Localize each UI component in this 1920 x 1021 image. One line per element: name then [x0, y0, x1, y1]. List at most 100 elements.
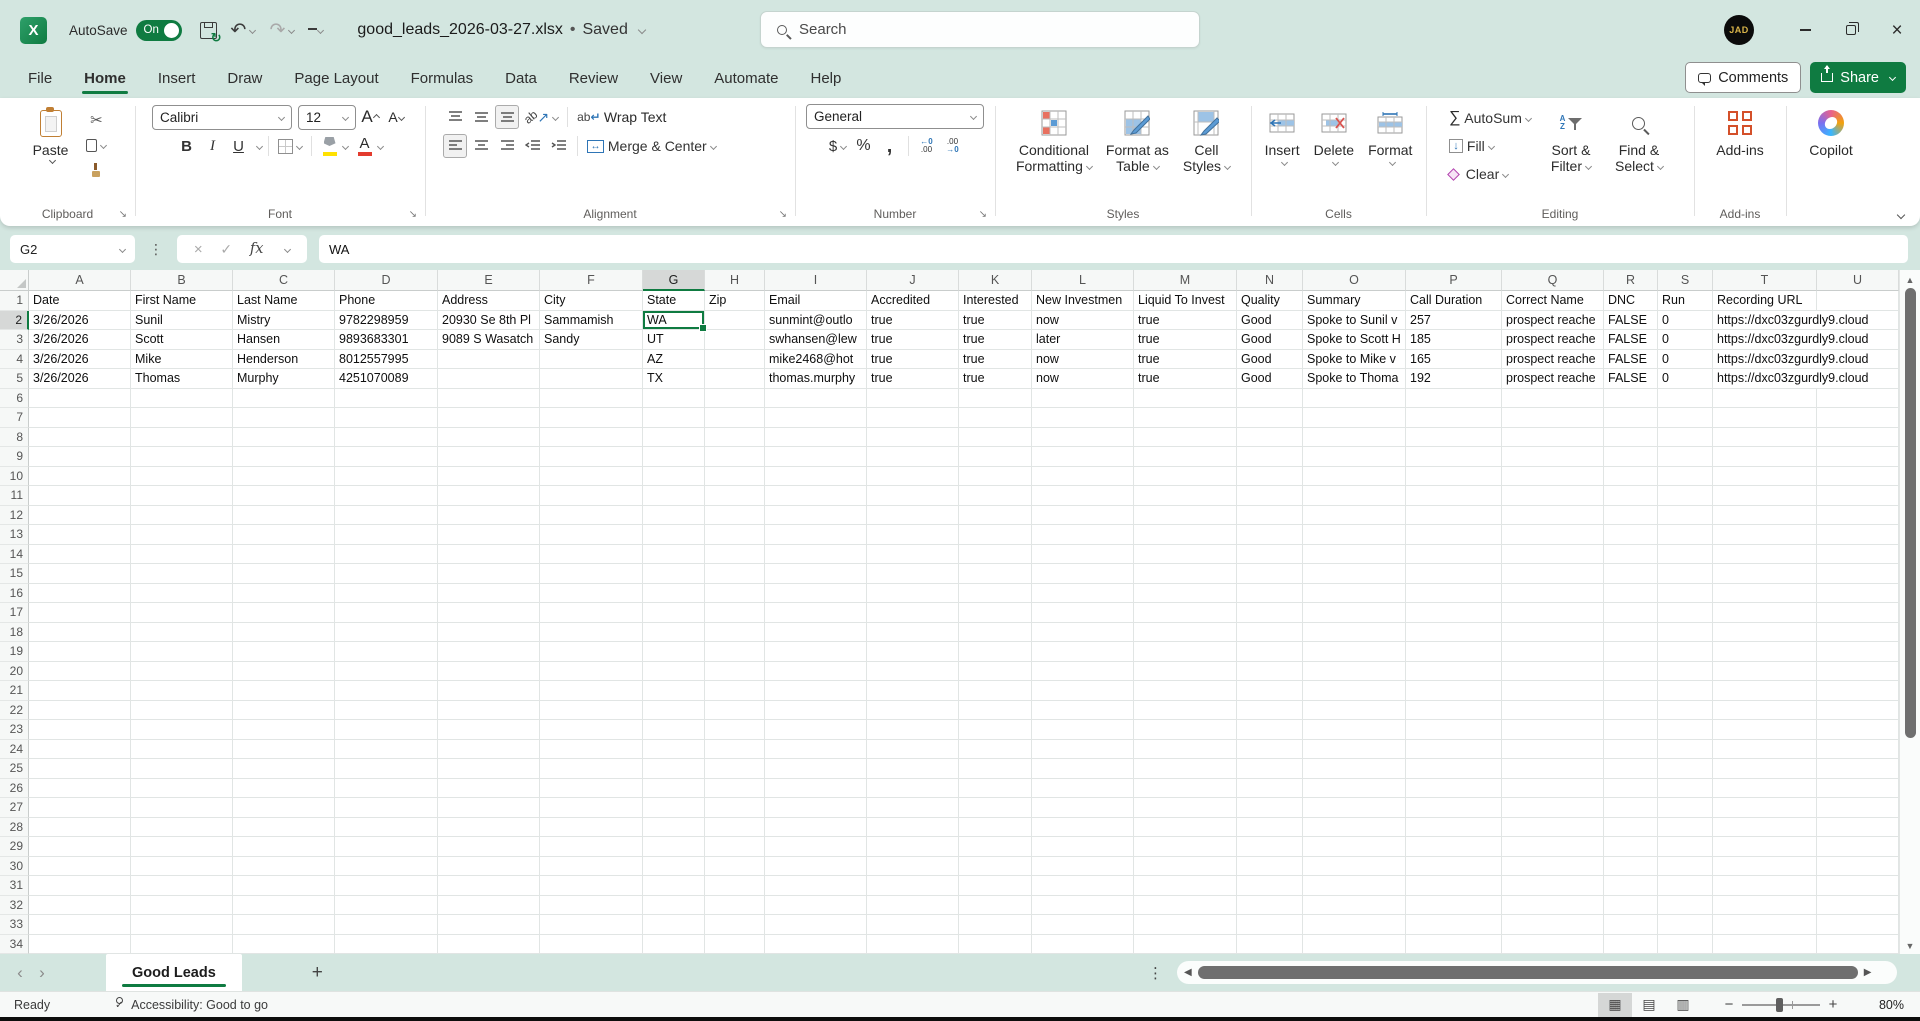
cell-E23[interactable] [438, 720, 540, 740]
cell-H3[interactable] [705, 330, 765, 350]
cell-P12[interactable] [1406, 506, 1502, 526]
cell-E31[interactable] [438, 876, 540, 896]
cell-D13[interactable] [335, 525, 438, 545]
cell-T32[interactable] [1713, 896, 1817, 916]
cell-G12[interactable] [643, 506, 705, 526]
align-center-button[interactable] [469, 134, 493, 158]
cell-R11[interactable] [1604, 486, 1658, 506]
cell-T13[interactable] [1713, 525, 1817, 545]
cell-J4[interactable]: true [867, 350, 959, 370]
cell-Q16[interactable] [1502, 584, 1604, 604]
row-header-34[interactable]: 34 [0, 935, 29, 955]
cell-R27[interactable] [1604, 798, 1658, 818]
cell-O22[interactable] [1303, 701, 1406, 721]
cell-T1[interactable]: Recording URL [1713, 291, 1817, 311]
cell-R28[interactable] [1604, 818, 1658, 838]
cell-G19[interactable] [643, 642, 705, 662]
cell-K17[interactable] [959, 603, 1032, 623]
bold-button[interactable]: B [175, 134, 199, 158]
tab-insert[interactable]: Insert [144, 63, 210, 96]
cell-A5[interactable]: 3/26/2026 [29, 369, 131, 389]
cell-D1[interactable]: Phone [335, 291, 438, 311]
cell-I25[interactable] [765, 759, 867, 779]
cell-P30[interactable] [1406, 857, 1502, 877]
tab-data[interactable]: Data [491, 63, 551, 96]
row-header-27[interactable]: 27 [0, 798, 29, 818]
cell-T15[interactable] [1713, 564, 1817, 584]
cell-U8[interactable] [1817, 428, 1899, 448]
cell-D5[interactable]: 4251070089 [335, 369, 438, 389]
cell-T23[interactable] [1713, 720, 1817, 740]
cell-G31[interactable] [643, 876, 705, 896]
cell-T33[interactable] [1713, 915, 1817, 935]
cell-P27[interactable] [1406, 798, 1502, 818]
clear-button[interactable]: Clear [1446, 162, 1534, 186]
cell-F31[interactable] [540, 876, 643, 896]
cell-H27[interactable] [705, 798, 765, 818]
cell-K12[interactable] [959, 506, 1032, 526]
cell-P3[interactable]: 185 [1406, 330, 1502, 350]
cell-P22[interactable] [1406, 701, 1502, 721]
cell-U28[interactable] [1817, 818, 1899, 838]
cell-H1[interactable]: Zip [705, 291, 765, 311]
cell-N6[interactable] [1237, 389, 1303, 409]
cell-A1[interactable]: Date [29, 291, 131, 311]
cell-G1[interactable]: State [643, 291, 705, 311]
cell-G2[interactable]: WA [643, 311, 705, 331]
cell-G5[interactable]: TX [643, 369, 705, 389]
cell-T16[interactable] [1713, 584, 1817, 604]
cell-P18[interactable] [1406, 623, 1502, 643]
cell-E18[interactable] [438, 623, 540, 643]
cell-B19[interactable] [131, 642, 233, 662]
row-header-6[interactable]: 6 [0, 389, 29, 409]
cell-G32[interactable] [643, 896, 705, 916]
cell-Q8[interactable] [1502, 428, 1604, 448]
cell-L8[interactable] [1032, 428, 1134, 448]
font-color-button[interactable]: A [353, 134, 386, 158]
cell-R7[interactable] [1604, 408, 1658, 428]
cell-R5[interactable]: FALSE [1604, 369, 1658, 389]
cell-G8[interactable] [643, 428, 705, 448]
cell-F3[interactable]: Sandy [540, 330, 643, 350]
cell-S16[interactable] [1658, 584, 1713, 604]
cell-S9[interactable] [1658, 447, 1713, 467]
cell-E15[interactable] [438, 564, 540, 584]
tab-formulas[interactable]: Formulas [397, 63, 488, 96]
cell-C7[interactable] [233, 408, 335, 428]
cell-G10[interactable] [643, 467, 705, 487]
cell-Q9[interactable] [1502, 447, 1604, 467]
cell-D12[interactable] [335, 506, 438, 526]
cell-D24[interactable] [335, 740, 438, 760]
cell-M26[interactable] [1134, 779, 1237, 799]
cell-C10[interactable] [233, 467, 335, 487]
cell-E24[interactable] [438, 740, 540, 760]
cell-M21[interactable] [1134, 681, 1237, 701]
cell-P8[interactable] [1406, 428, 1502, 448]
row-header-29[interactable]: 29 [0, 837, 29, 857]
cell-K31[interactable] [959, 876, 1032, 896]
font-dialog-launcher[interactable]: ↘ [409, 209, 417, 220]
cell-D18[interactable] [335, 623, 438, 643]
cell-A16[interactable] [29, 584, 131, 604]
cell-M24[interactable] [1134, 740, 1237, 760]
cell-B21[interactable] [131, 681, 233, 701]
tab-help[interactable]: Help [797, 63, 856, 96]
cell-S30[interactable] [1658, 857, 1713, 877]
cell-S6[interactable] [1658, 389, 1713, 409]
cell-D34[interactable] [335, 935, 438, 955]
cell-U19[interactable] [1817, 642, 1899, 662]
cell-A26[interactable] [29, 779, 131, 799]
cell-O24[interactable] [1303, 740, 1406, 760]
cell-F12[interactable] [540, 506, 643, 526]
cell-F32[interactable] [540, 896, 643, 916]
cell-J30[interactable] [867, 857, 959, 877]
cell-O3[interactable]: Spoke to Scott H [1303, 330, 1406, 350]
cell-B2[interactable]: Sunil [131, 311, 233, 331]
cell-T8[interactable] [1713, 428, 1817, 448]
cell-P10[interactable] [1406, 467, 1502, 487]
cell-R8[interactable] [1604, 428, 1658, 448]
cell-G23[interactable] [643, 720, 705, 740]
cell-D6[interactable] [335, 389, 438, 409]
cell-C15[interactable] [233, 564, 335, 584]
cell-L19[interactable] [1032, 642, 1134, 662]
